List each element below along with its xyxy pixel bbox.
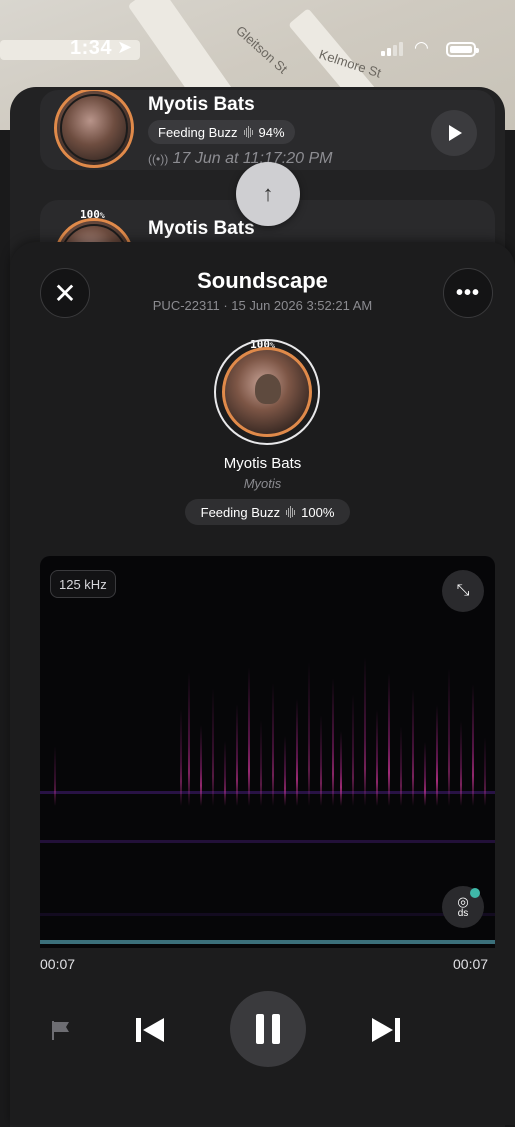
species-latin-name: Myotis	[243, 476, 282, 491]
confidence-value: 100	[80, 208, 100, 221]
bat-photo	[255, 374, 281, 404]
spectrogram-stripe	[400, 726, 402, 806]
spectrogram-stripe	[424, 742, 426, 806]
ellipsis-icon: •••	[455, 281, 480, 304]
spectrogram-stripe	[320, 715, 322, 806]
spectrogram-stripe	[448, 668, 450, 806]
scroll-up-button[interactable]: ↑	[236, 162, 300, 226]
spectrogram-stripe	[236, 704, 238, 806]
history-card-title: Myotis Bats	[148, 218, 255, 239]
spectrogram-stripe	[364, 657, 366, 806]
playback-progress[interactable]	[40, 940, 495, 944]
confidence-tag: 100%	[80, 208, 105, 221]
spectrogram-stripe	[54, 746, 56, 806]
spectrogram-stripe	[188, 672, 190, 806]
spectrogram-stripe	[224, 741, 226, 806]
total-duration: 00:07	[453, 956, 489, 972]
spectrogram-stripe	[352, 694, 354, 806]
signal-icon	[381, 42, 403, 56]
elapsed-time: 00:07	[40, 956, 76, 972]
flag-icon[interactable]	[50, 1019, 72, 1041]
battery-icon	[446, 42, 479, 57]
species-avatar	[222, 347, 312, 437]
status-dot	[470, 888, 480, 898]
history-card-time: ((•)) 17 Jun at 11:17:20 PM	[148, 150, 332, 168]
behavior-badge: Feeding Buzz 100%	[185, 499, 350, 525]
spectrogram-stripe	[272, 683, 274, 806]
ear-icon: ◎	[457, 894, 469, 909]
behavior-badge: Feeding Buzz 94%	[148, 120, 295, 144]
species-avatar	[54, 90, 134, 168]
clock: 1:34	[70, 37, 113, 59]
behavior-label: Feeding Buzz	[158, 124, 238, 140]
spectrogram-stripe	[412, 689, 414, 806]
confidence-ring	[214, 339, 320, 445]
species-name: Myotis Bats	[223, 455, 302, 472]
spectrogram-stripe	[248, 667, 250, 806]
location-arrow-icon: ➤	[117, 37, 133, 57]
spectrogram-stripe	[472, 684, 474, 806]
history-card-title: Myotis Bats	[148, 94, 255, 115]
more-options-button[interactable]: •••	[443, 268, 493, 318]
spectrogram-stripe	[200, 725, 202, 806]
spectrogram-stripe	[284, 736, 286, 806]
spectrogram-stripe	[180, 709, 182, 806]
history-card[interactable]: Myotis Bats Feeding Buzz 94% ((•)) 17 Ju…	[40, 90, 495, 170]
spectrogram-stripe	[460, 721, 462, 806]
soundscape-sheet: ✕ Soundscape PUC-22311 · 15 Jun 2026 3:5…	[10, 242, 515, 1125]
sheet-subtitle: PUC-22311 · 15 Jun 2026 3:52:21 AM	[152, 298, 373, 313]
pause-button[interactable]	[230, 991, 306, 1067]
spectrogram-stripe	[212, 688, 214, 806]
spectrogram-stripe	[484, 737, 486, 806]
spectrogram-stripe	[388, 673, 390, 806]
expand-icon: ⤡	[456, 582, 470, 599]
spectrogram-stripe	[332, 678, 334, 806]
frequency-label: 125 kHz	[50, 570, 116, 598]
spectrogram-stripe	[436, 705, 438, 806]
expand-button[interactable]: ⤡	[442, 570, 484, 612]
spectrogram-stripe	[376, 710, 378, 806]
play-icon	[449, 125, 462, 141]
waveform-icon	[243, 126, 253, 138]
sheet-title: Soundscape	[197, 268, 328, 293]
behavior-percent: 94%	[258, 124, 285, 140]
wifi-icon: ◠	[414, 38, 429, 57]
spectrogram-stripe	[340, 731, 342, 806]
ds-label: ds	[457, 908, 469, 919]
confidence-unit: %	[99, 211, 105, 220]
behavior-label: Feeding Buzz	[200, 504, 281, 520]
spectrogram[interactable]: 125 kHz ⤡ ◎ ds	[40, 556, 495, 948]
next-button[interactable]	[370, 1016, 402, 1044]
spectrogram-stripe	[260, 720, 262, 806]
spectrogram-stripe	[308, 662, 310, 806]
play-button[interactable]	[431, 110, 477, 156]
detection-time: 17 Jun at 11:17:20 PM	[172, 150, 333, 167]
ds-button[interactable]: ◎ ds	[442, 886, 484, 928]
status-bar: 1:34 ➤ ◠	[0, 0, 515, 60]
behavior-percent: 100%	[301, 504, 335, 520]
waveform-icon	[286, 506, 296, 518]
pause-icon	[256, 1014, 264, 1044]
arrow-up-icon: ↑	[262, 181, 274, 206]
broadcast-icon: ((•))	[148, 152, 169, 166]
previous-button[interactable]	[134, 1016, 166, 1044]
spectrogram-stripe	[296, 699, 298, 806]
